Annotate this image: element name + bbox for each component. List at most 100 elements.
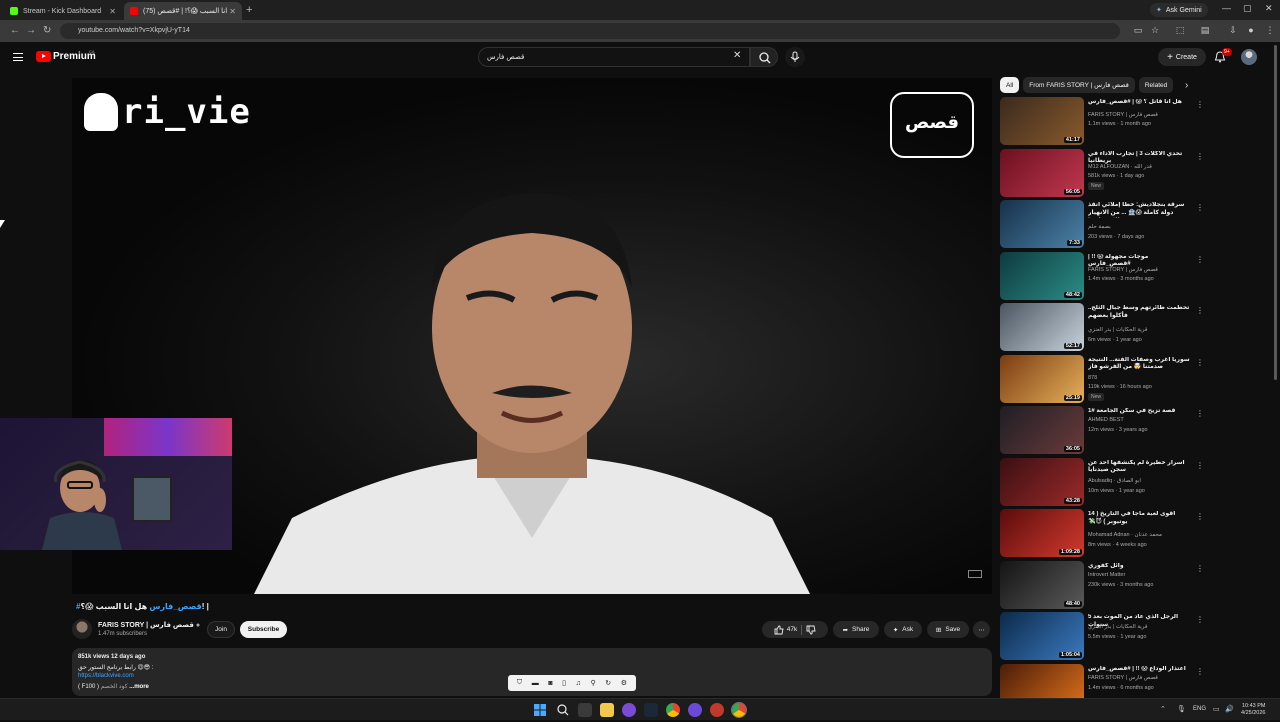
clear-search-icon[interactable]: ✕ [733, 50, 741, 61]
bookmark-star-icon[interactable]: ☆ [1150, 25, 1160, 35]
more-vertical-icon[interactable]: ⋮ [1196, 512, 1204, 521]
video-thumbnail[interactable] [1000, 663, 1084, 698]
search-input[interactable]: قصص فارس [478, 47, 750, 67]
recommendation-item[interactable]: 56:05 تحدي الأكلات 3 | تجارب الأداء في ب… [1000, 148, 1205, 199]
chrome-active-icon[interactable] [731, 702, 747, 718]
new-tab-button[interactable]: + [246, 4, 252, 16]
more-vertical-icon[interactable]: ⋮ [1196, 255, 1204, 264]
reload-icon[interactable]: ↻ [43, 25, 51, 36]
share-button[interactable]: ➦ Share [833, 621, 879, 638]
refresh-icon[interactable]: ↻ [605, 679, 611, 687]
video-thumbnail[interactable]: 7:33 [1000, 200, 1084, 248]
more-vertical-icon[interactable]: ⋮ [1196, 564, 1204, 573]
video-thumbnail[interactable]: 36:05 [1000, 406, 1084, 454]
rec-title[interactable]: تحطمت طائرتهم وسط جبال الثلج.. فأكلوا بع… [1088, 305, 1192, 321]
settings-icon[interactable]: ⚙ [621, 679, 627, 687]
create-button[interactable]: + Create [1158, 48, 1206, 66]
steam-icon[interactable] [644, 703, 658, 717]
menu-icon[interactable] [13, 53, 23, 61]
file-explorer-icon[interactable] [600, 703, 614, 717]
rec-title[interactable]: اعتذار الوداع 😱 !! | #قصص_فارس [1088, 666, 1192, 674]
video-thumbnail[interactable]: 48:40 [1000, 560, 1084, 609]
rec-channel[interactable]: بصمة حلم [1088, 224, 1192, 230]
download-icon[interactable]: ⇩ [1228, 25, 1238, 35]
rec-channel[interactable]: AHMED BEST [1088, 417, 1192, 423]
task-view-icon[interactable] [578, 703, 592, 717]
recommendation-item[interactable]: 52:17 تحطمت طائرتهم وسط جبال الثلج.. فأك… [1000, 303, 1205, 353]
ask-button[interactable]: ✦ Ask [884, 621, 922, 638]
chevron-right-icon[interactable]: › [1185, 80, 1188, 91]
recommendation-item[interactable]: 41:17 هل انا قاتل ؟ 😱 | #قصص_فارس FARIS … [1000, 97, 1205, 147]
video-thumbnail[interactable]: 1:05:04 [1000, 612, 1084, 660]
chip-all[interactable]: All [1000, 77, 1020, 93]
sidebar-icon[interactable]: ▤ [1200, 25, 1210, 35]
recommendation-item[interactable]: 1:09:28 أقوى لعبة ماجا في التاريخ ( 14 ي… [1000, 509, 1205, 559]
more-vertical-icon[interactable]: ⋮ [1196, 152, 1204, 161]
recommendation-item[interactable]: 48:40 وائل كفوري Introvert Matter 230k v… [1000, 560, 1205, 611]
app-icon[interactable] [710, 703, 724, 717]
chip-related[interactable]: Related [1138, 77, 1174, 93]
extensions-icon[interactable]: ⬚ [1175, 25, 1185, 35]
chrome-icon[interactable] [666, 703, 680, 717]
voice-search-button[interactable] [785, 47, 805, 67]
page-scrollbar[interactable] [1274, 45, 1277, 380]
rec-title[interactable]: قصة تزيح في سكن الجامعة #1 [1088, 408, 1192, 416]
close-window-icon[interactable]: ✕ [1265, 3, 1273, 14]
rec-channel[interactable]: 878 [1088, 375, 1192, 381]
more-vertical-icon[interactable]: ⋮ [1196, 667, 1204, 676]
browser-tab-youtube[interactable]: (75) هل انا السبب 😱؟! | #قصص... ✕ [124, 2, 242, 20]
camera-icon[interactable]: ◙ [548, 680, 552, 687]
more-vertical-icon[interactable]: ⋮ [1196, 615, 1204, 624]
more-vertical-icon[interactable]: ⋮ [1196, 306, 1204, 315]
subscribe-button[interactable]: Subscribe [240, 621, 287, 638]
more-vertical-icon[interactable]: ⋮ [1196, 461, 1204, 470]
rec-channel[interactable]: FARIS STORY | قصص فارس [1088, 112, 1192, 118]
more-vertical-icon[interactable]: ⋮ [1196, 409, 1204, 418]
channel-avatar[interactable] [72, 619, 92, 639]
video-thumbnail[interactable]: 52:17 [1000, 303, 1084, 351]
ask-gemini-button[interactable]: ✦ Ask Gemini [1150, 3, 1208, 17]
rec-channel[interactable]: Introvert Matter [1088, 572, 1192, 578]
recommendation-item[interactable]: 48:42 موجات مجهولة 😱 !! | #قصص_فارس FARI… [1000, 251, 1205, 302]
show-more-link[interactable]: ...more [129, 684, 149, 690]
shield-icon[interactable]: ⛉ [517, 679, 522, 687]
tray-mic-icon[interactable]: 🎙 [1177, 705, 1186, 713]
pin-icon[interactable]: ⚲ [591, 679, 596, 687]
discord-icon[interactable] [622, 703, 636, 717]
recommendation-item[interactable]: اعتذار الوداع 😱 !! | #قصص_فارس FARIS STO… [1000, 663, 1205, 698]
more-actions-button[interactable]: ⋯ [973, 621, 990, 638]
video-thumbnail[interactable]: 56:05 [1000, 148, 1084, 197]
back-icon[interactable]: ← [10, 25, 20, 36]
network-icon[interactable]: ▭ [1213, 705, 1220, 713]
forward-icon[interactable]: → [26, 25, 36, 36]
rec-channel[interactable]: قرية الحكايات | بدر العنزي [1088, 327, 1192, 333]
obs-icon[interactable] [688, 703, 702, 717]
rec-title[interactable]: سوريا أغرب وصفات الفتة... النتيجة صدمتنا… [1088, 357, 1192, 373]
system-clock[interactable]: 10:43 PM 4/25/2026 [1241, 703, 1265, 718]
cast-icon[interactable]: ▭ [1133, 25, 1143, 35]
browser-menu-icon[interactable]: ⋮ [1265, 25, 1275, 35]
rec-title[interactable]: وائل كفوري [1088, 563, 1192, 571]
audio-icon[interactable]: ♫ [576, 680, 581, 687]
folder-icon[interactable]: ▬ [532, 680, 539, 687]
recommendation-item[interactable]: 7:33 سرقة بنجلاديش: خطأ إملائي أنقذ دولة… [1000, 200, 1205, 250]
address-bar[interactable]: youtube.com/watch?v=XkpvjU-yT14 [60, 23, 1120, 39]
minimize-icon[interactable]: — [1222, 3, 1231, 13]
recommendation-item[interactable]: 25:19 سوريا أغرب وصفات الفتة... النتيجة … [1000, 354, 1205, 405]
save-button[interactable]: ⊞ Save [927, 621, 969, 638]
browser-tab-kick[interactable]: Stream - Kick Dashboard ✕ [4, 2, 122, 20]
recommendation-item[interactable]: 43:28 اسرار خطيرة لم يكتشفها احد عن سجن … [1000, 457, 1205, 508]
thumbs-down-icon[interactable] [806, 625, 816, 635]
join-button[interactable]: Join [207, 621, 235, 638]
more-vertical-icon[interactable]: ⋮ [1196, 203, 1204, 212]
volume-icon[interactable]: 🔊 [1225, 705, 1234, 713]
more-vertical-icon[interactable]: ⋮ [1196, 100, 1204, 109]
taskbar-search-icon[interactable] [556, 703, 570, 717]
rec-title[interactable]: أقوى لعبة ماجا في التاريخ ( 14 يوتيوبر )… [1088, 511, 1192, 527]
rec-channel[interactable]: Abulsadiq · ابو الصادق [1088, 478, 1192, 484]
rec-title[interactable]: هل انا قاتل ؟ 😱 | #قصص_فارس [1088, 99, 1192, 107]
account-avatar[interactable] [1241, 49, 1257, 65]
rec-title[interactable]: سرقة بنجلاديش: خطأ إملائي أنقذ دولة كامل… [1088, 202, 1192, 218]
like-button[interactable]: 47k [774, 625, 797, 635]
chip-from-channel[interactable]: From FARIS STORY | قصص فارس [1023, 77, 1135, 93]
